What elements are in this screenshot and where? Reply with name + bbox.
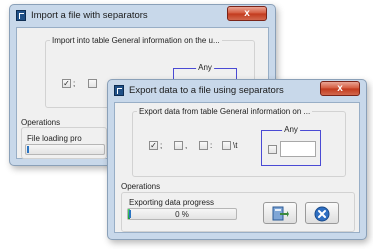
export-operations-label: Operations: [121, 182, 161, 191]
cancel-button[interactable]: [305, 202, 339, 224]
export-tab-checkbox[interactable]: [222, 141, 231, 150]
import-operations-label: Operations: [21, 118, 61, 127]
export-any-separator-input[interactable]: [280, 141, 316, 157]
export-close-button[interactable]: x: [320, 81, 360, 96]
export-tab-label: \t: [233, 141, 238, 150]
import-comma-checkbox[interactable]: [88, 79, 97, 88]
import-semicolon-label: ;: [73, 79, 76, 88]
export-progress-label: Exporting data progress: [129, 198, 214, 207]
export-dialog-window: Export data to a file using separators x…: [107, 79, 367, 240]
import-dialog-title: Import a file with separators: [31, 10, 148, 21]
export-dialog-titlebar[interactable]: Export data to a file using separators x: [108, 80, 366, 102]
export-comma-checkbox[interactable]: [174, 141, 183, 150]
export-to-file-icon: [272, 206, 289, 221]
export-colon-label: :: [210, 141, 213, 150]
app-icon: [16, 10, 26, 21]
export-semicolon-label: ;: [160, 141, 163, 150]
cancel-circle-icon: [314, 206, 330, 222]
export-comma-label: ,: [185, 141, 188, 150]
export-to-file-button[interactable]: [263, 202, 297, 224]
import-semicolon-checkbox[interactable]: ✓: [62, 79, 71, 88]
import-any-legend: Any: [196, 63, 214, 72]
export-any-group: Any: [261, 125, 321, 166]
export-dialog-client: Export data from table General informati…: [114, 102, 360, 233]
export-group-legend: Export data from table General informati…: [139, 107, 311, 116]
import-close-button[interactable]: x: [227, 6, 267, 21]
app-icon: [114, 85, 124, 96]
import-dialog-titlebar[interactable]: Import a file with separators x: [10, 5, 275, 27]
export-semicolon-checkbox[interactable]: ✓: [149, 141, 158, 150]
export-progress-percent: 0 %: [175, 210, 189, 219]
export-progress-bar: 0 %: [127, 208, 237, 220]
import-progress-label: File loading pro: [27, 134, 82, 143]
export-colon-checkbox[interactable]: [199, 141, 208, 150]
import-progress-edge: [27, 146, 29, 153]
export-any-legend: Any: [282, 125, 300, 134]
export-dialog-title: Export data to a file using separators: [129, 85, 284, 96]
import-progress-bar: [25, 144, 105, 155]
export-any-checkbox[interactable]: [268, 145, 277, 154]
import-group-legend: Import into table General information on…: [52, 36, 220, 45]
